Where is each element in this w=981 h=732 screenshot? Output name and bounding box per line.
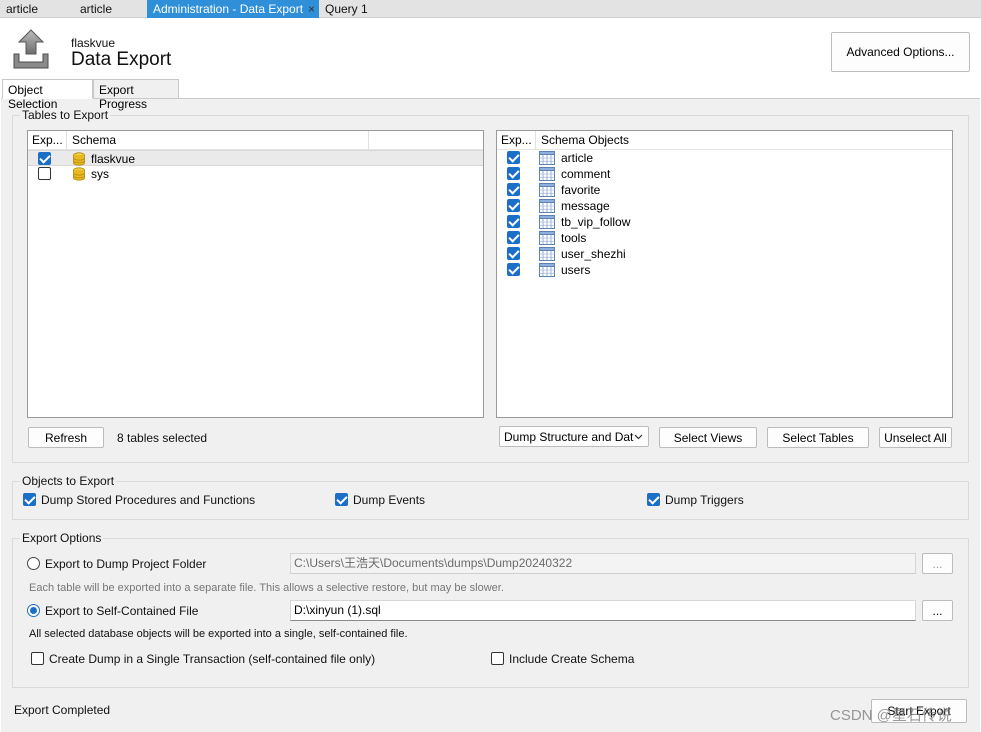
tab-label: Query 1 — [325, 2, 368, 16]
tab-label: article — [80, 2, 113, 16]
schema-row[interactable]: sys — [28, 166, 483, 182]
tab-object-selection[interactable]: Object Selection — [2, 79, 93, 111]
table-icon — [539, 215, 555, 229]
dump-triggers-label: Dump Triggers — [665, 493, 744, 507]
table-export-checkbox[interactable] — [507, 247, 520, 260]
table-name-label: tools — [561, 231, 587, 245]
dump-triggers-checkbox[interactable] — [647, 493, 660, 506]
tab-query-1[interactable]: Query 1 — [319, 0, 389, 18]
schema-export-checkbox[interactable] — [38, 152, 51, 165]
export-to-folder-radio[interactable] — [27, 557, 40, 570]
export-to-file-label: Export to Self-Contained File — [45, 604, 199, 618]
tab-export-progress[interactable]: Export Progress — [93, 79, 179, 111]
chevron-down-icon — [634, 434, 643, 440]
dump-stored-procedures-checkbox[interactable] — [23, 493, 36, 506]
table-export-checkbox[interactable] — [507, 199, 520, 212]
table-name-label: favorite — [561, 183, 601, 197]
database-icon — [73, 152, 85, 166]
refresh-button[interactable]: Refresh — [28, 427, 104, 448]
page-title: Data Export — [71, 49, 172, 70]
table-name-label: user_shezhi — [561, 247, 626, 261]
table-row[interactable]: comment — [497, 166, 952, 182]
schema-export-checkbox[interactable] — [38, 167, 51, 180]
table-row[interactable]: favorite — [497, 182, 952, 198]
table-export-checkbox[interactable] — [507, 215, 520, 228]
select-views-button[interactable]: Select Views — [659, 427, 757, 448]
column-schema[interactable]: Schema — [72, 131, 116, 150]
column-schema-objects[interactable]: Schema Objects — [541, 131, 629, 150]
schema-objects-list[interactable]: Exp... Schema Objects article comment favo… — [496, 130, 953, 418]
table-icon — [539, 247, 555, 261]
table-export-checkbox[interactable] — [507, 151, 520, 164]
schema-name: flaskvue — [71, 36, 116, 50]
table-row[interactable]: user_shezhi — [497, 246, 952, 262]
tab-label: article — [6, 2, 39, 16]
objects-to-export-title: Objects to Export — [20, 474, 117, 488]
table-icon — [539, 231, 555, 245]
table-export-checkbox[interactable] — [507, 231, 520, 244]
database-icon — [73, 167, 85, 181]
table-name-label: comment — [561, 167, 611, 181]
dump-stored-procedures-label: Dump Stored Procedures and Functions — [41, 493, 256, 507]
unselect-all-button[interactable]: Unselect All — [879, 427, 952, 448]
watermark: CSDN @星石传说 — [830, 707, 952, 724]
browse-file-button[interactable]: ... — [922, 600, 953, 621]
file-path-input[interactable]: D:\xinyun (1).sql — [290, 600, 916, 621]
select-tables-button[interactable]: Select Tables — [767, 427, 869, 448]
dump-events-label: Dump Events — [353, 493, 426, 507]
table-icon — [539, 183, 555, 197]
single-transaction-checkbox[interactable] — [31, 652, 44, 665]
advanced-options-button[interactable]: Advanced Options... — [831, 32, 970, 72]
table-icon — [539, 263, 555, 277]
table-row[interactable]: users — [497, 262, 952, 278]
table-name-label: article — [561, 151, 594, 165]
export-arrow-icon — [13, 29, 49, 69]
dump-mode-value: Dump Structure and Dat — [504, 429, 634, 444]
export-options-title: Export Options — [20, 531, 104, 545]
export-to-file-radio[interactable] — [27, 604, 40, 617]
browse-folder-button[interactable]: ... — [922, 553, 953, 574]
schema-list[interactable]: Exp... Schema flaskvue sys — [27, 130, 484, 418]
close-icon[interactable]: × — [308, 0, 315, 18]
schema-name-label: flaskvue — [91, 152, 136, 166]
include-create-schema-checkbox[interactable] — [491, 652, 504, 665]
dump-mode-select[interactable]: Dump Structure and Dat — [499, 426, 649, 447]
table-export-checkbox[interactable] — [507, 263, 520, 276]
table-name-label: tb_vip_follow — [561, 215, 631, 229]
table-row[interactable]: tb_vip_follow — [497, 214, 952, 230]
column-export[interactable]: Exp... — [501, 131, 532, 150]
folder-path-input[interactable]: C:\Users\王浩天\Documents\dumps\Dump2024032… — [290, 553, 916, 574]
table-export-checkbox[interactable] — [507, 183, 520, 196]
schema-objects-header: Exp... Schema Objects — [497, 131, 952, 150]
tab-article-1[interactable]: article — [0, 0, 72, 18]
folder-hint: Each table will be exported into a separ… — [29, 582, 504, 594]
table-name-label: users — [561, 263, 591, 277]
table-row[interactable]: tools — [497, 230, 952, 246]
table-icon — [539, 151, 555, 165]
file-hint: All selected database objects will be ex… — [29, 628, 408, 640]
table-icon — [539, 199, 555, 213]
export-status: Export Completed — [14, 703, 111, 717]
table-row[interactable]: article — [497, 150, 952, 166]
export-to-folder-label: Export to Dump Project Folder — [45, 557, 207, 571]
table-icon — [539, 167, 555, 181]
schema-list-header: Exp... Schema — [28, 131, 483, 150]
table-export-checkbox[interactable] — [507, 167, 520, 180]
tab-label: Administration - Data Export — [153, 2, 304, 16]
include-create-schema-label: Include Create Schema — [509, 652, 635, 666]
schema-row[interactable]: flaskvue — [28, 150, 483, 166]
tab-article-2[interactable]: article — [74, 0, 146, 18]
table-row[interactable]: message — [497, 198, 952, 214]
schema-name-label: sys — [91, 167, 109, 181]
selected-tables-count: 8 tables selected — [117, 431, 208, 445]
dump-events-checkbox[interactable] — [335, 493, 348, 506]
single-transaction-label: Create Dump in a Single Transaction (sel… — [49, 652, 376, 666]
column-export[interactable]: Exp... — [32, 131, 63, 150]
tab-administration-data-export[interactable]: Administration - Data Export × — [147, 0, 319, 18]
table-name-label: message — [561, 199, 610, 213]
